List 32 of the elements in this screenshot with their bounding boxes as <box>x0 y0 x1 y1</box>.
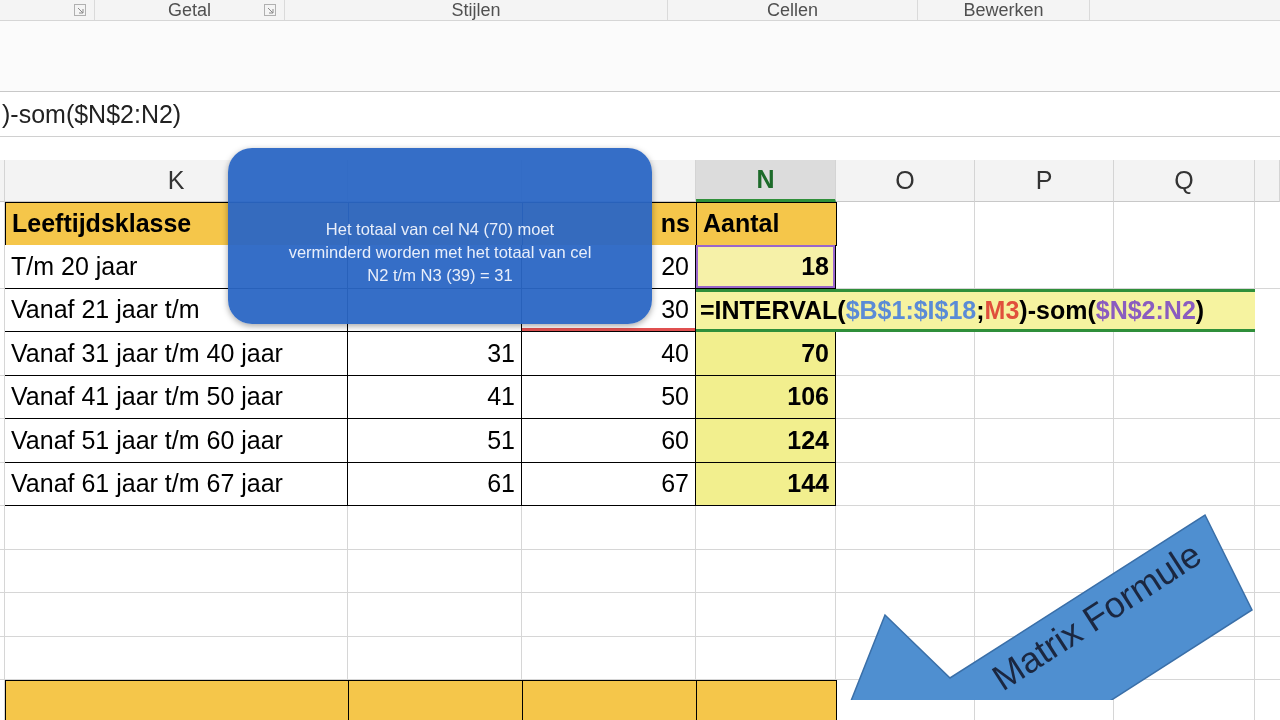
ribbon-group-label: Getal <box>168 0 211 20</box>
table-cell: 124 <box>696 419 836 463</box>
ribbon-group-label: Stijlen <box>451 0 501 20</box>
table-cell: 41 <box>348 375 522 419</box>
table-cell: Vanaf 61 jaar t/m 67 jaar <box>5 462 348 506</box>
table-cell: 70 <box>696 332 836 376</box>
table-cell: 51 <box>348 419 522 463</box>
ribbon-group-label: Bewerken <box>963 0 1044 20</box>
table-cell: 50 <box>522 375 696 419</box>
column-header[interactable]: Q <box>1114 159 1255 202</box>
tooltip-text: N2 t/m N3 (39) = 31 <box>367 264 513 286</box>
table-header-cell: Aantal <box>696 201 837 246</box>
column-header[interactable] <box>1255 159 1280 202</box>
table-cell: 106 <box>696 375 836 419</box>
table-cell: 61 <box>348 462 522 506</box>
table-cell: 40 <box>522 332 696 376</box>
table-cell: 60 <box>522 419 696 463</box>
table-cell: 31 <box>348 332 522 376</box>
dialog-launcher-icon[interactable] <box>264 4 276 16</box>
table-cell: 18 <box>696 245 836 289</box>
table-cell: Vanaf 41 jaar t/m 50 jaar <box>5 375 348 419</box>
ribbon-group-label: Cellen <box>767 0 818 20</box>
column-header[interactable]: O <box>836 159 975 202</box>
table-cell: 67 <box>522 462 696 506</box>
column-header[interactable]: N <box>696 159 836 202</box>
table-cell: Vanaf 51 jaar t/m 60 jaar <box>5 419 348 463</box>
table-cell: 144 <box>696 462 836 506</box>
cell-formula-editor[interactable]: =INTERVAL($B$1:$I$18;M3)-som($N$2:N2) <box>696 288 1255 332</box>
dialog-launcher-icon[interactable] <box>74 4 86 16</box>
formula-bar-input[interactable]: )-som($N$2:N2) <box>0 99 182 129</box>
column-header[interactable]: P <box>975 159 1114 202</box>
table-cell: Vanaf 31 jaar t/m 40 jaar <box>5 332 348 376</box>
